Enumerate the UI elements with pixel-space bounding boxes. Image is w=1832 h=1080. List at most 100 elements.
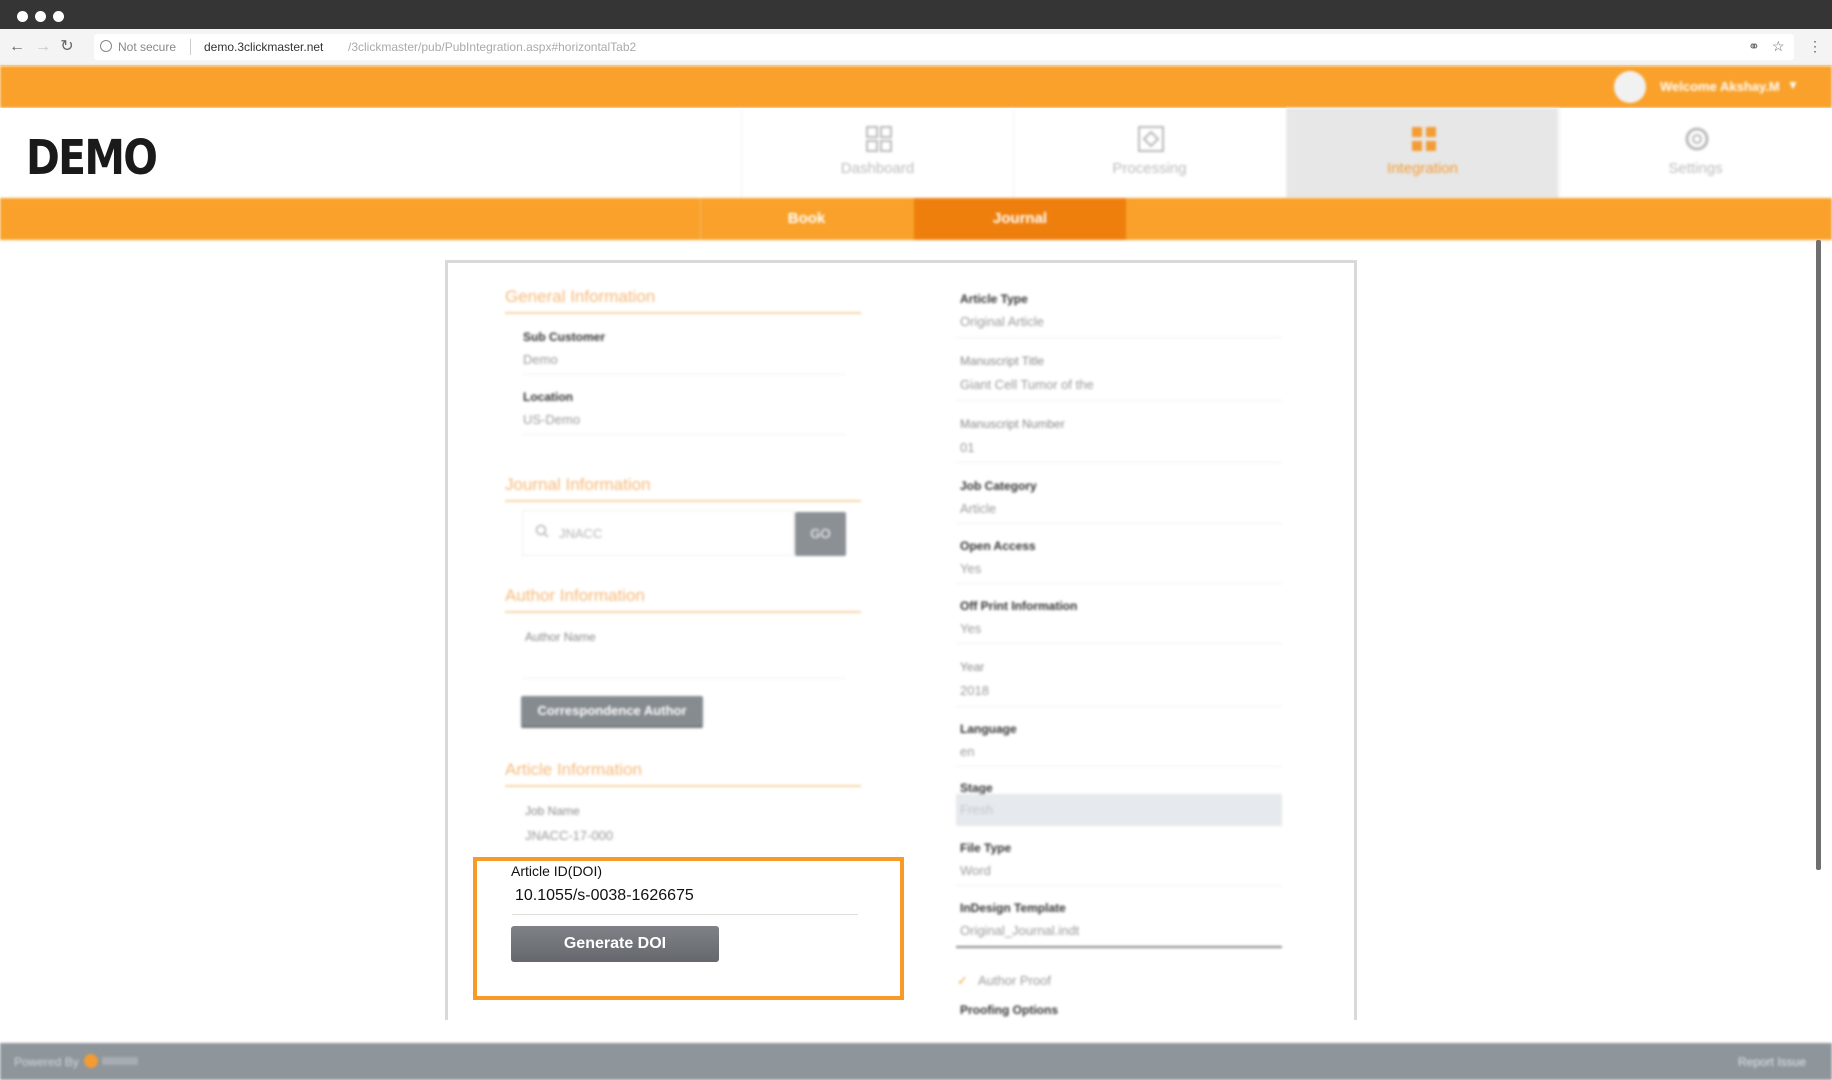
year-label: Year	[960, 660, 985, 674]
section-divider	[505, 785, 861, 787]
section-title-article: Article Information	[505, 760, 642, 779]
sub-tab-bar: Book Journal	[0, 198, 1832, 240]
tab-book[interactable]: Book	[700, 198, 912, 240]
field-underline	[956, 523, 1282, 524]
url-input[interactable]: Not secure demo.3clickmaster.net /3click…	[94, 34, 1794, 60]
manuscript-title-label: Manuscript Title	[960, 354, 1045, 368]
tab-journal[interactable]: Journal	[914, 198, 1126, 240]
doi-label: Article ID(DOI)	[511, 863, 602, 879]
manuscript-title-value[interactable]: Giant Cell Tumor of the	[960, 377, 1094, 392]
proofing-options-label: Proofing Options	[960, 1003, 1058, 1017]
window-close-dot[interactable]	[17, 11, 28, 22]
author-name-field[interactable]	[523, 678, 845, 679]
field-underline	[956, 400, 1282, 401]
nav-label-integration: Integration	[1387, 160, 1458, 177]
nav-tab-dashboard[interactable]: Dashboard	[741, 108, 1013, 198]
nav-tab-integration[interactable]: Integration	[1286, 108, 1558, 198]
stage-value: Fresh	[960, 802, 994, 817]
file-type-value[interactable]: Word	[960, 863, 991, 878]
section-title-general: General Information	[505, 287, 656, 306]
window-titlebar	[0, 0, 1832, 29]
section-title-author: Author Information	[505, 586, 645, 605]
year-value[interactable]: 2018	[960, 683, 989, 698]
nav-label-settings: Settings	[1668, 160, 1723, 177]
indesign-template-label: InDesign Template	[960, 901, 1066, 915]
sub-customer-label: Sub Customer	[523, 330, 606, 344]
stage-select[interactable]: Fresh	[956, 794, 1282, 826]
field-underline	[956, 337, 1282, 338]
job-name-label: Job Name	[525, 804, 580, 818]
field-underline	[956, 706, 1282, 707]
nav-tab-settings[interactable]: Settings	[1559, 108, 1831, 198]
language-label: Language	[960, 722, 1017, 736]
app-header: DEMO Dashboard Processing Integration Se…	[0, 108, 1832, 198]
author-proof-checkbox[interactable]: ✓	[957, 973, 968, 989]
open-access-label: Open Access	[960, 539, 1036, 553]
avatar[interactable]	[1614, 71, 1646, 103]
manuscript-number-label: Manuscript Number	[960, 417, 1065, 431]
back-arrow-icon[interactable]: ←	[8, 38, 26, 56]
browser-menu-icon[interactable]: ⋮	[1808, 38, 1822, 55]
job-category-value[interactable]: Article	[960, 501, 996, 516]
open-access-value[interactable]: Yes	[960, 561, 981, 576]
security-label: Not secure	[118, 40, 177, 54]
sub-customer-value[interactable]: Demo	[523, 352, 558, 367]
article-type-value[interactable]: Original Article	[960, 314, 1044, 329]
section-divider	[505, 500, 861, 502]
bookmark-star-icon[interactable]: ☆	[1772, 38, 1785, 55]
nav-label-processing: Processing	[1112, 160, 1187, 177]
section-divider	[505, 312, 861, 314]
location-value[interactable]: US-Demo	[523, 412, 580, 427]
url-path: /3clickmaster/pub/PubIntegration.aspx#ho…	[348, 40, 637, 54]
off-print-label: Off Print Information	[960, 599, 1078, 613]
nav-tab-processing[interactable]: Processing	[1013, 108, 1285, 198]
address-bar: ← → ↻ Not secure demo.3clickmaster.net /…	[0, 29, 1832, 66]
field-underline-active	[956, 946, 1282, 948]
logo: DEMO	[26, 130, 158, 186]
doi-input[interactable]: 10.1055/s-0038-1626675	[515, 887, 694, 905]
field-underline	[956, 885, 1282, 886]
window-minimize-dot[interactable]	[35, 11, 46, 22]
off-print-value[interactable]: Yes	[960, 621, 981, 636]
powered-by-text: Powered By	[14, 1055, 79, 1069]
dashboard-icon	[866, 126, 892, 152]
job-category-label: Job Category	[960, 479, 1037, 493]
page-scrollbar[interactable]	[1816, 240, 1821, 870]
settings-icon	[1685, 127, 1709, 151]
window-maximize-dot[interactable]	[53, 11, 64, 22]
manuscript-number-value[interactable]: 01	[960, 440, 974, 455]
section-title-journal: Journal Information	[505, 475, 651, 494]
field-underline	[956, 766, 1282, 767]
go-button[interactable]: GO	[795, 512, 846, 556]
forward-arrow-icon[interactable]: →	[34, 38, 52, 56]
field-underline	[523, 434, 845, 435]
article-type-label: Article Type	[960, 292, 1028, 306]
integration-icon	[1412, 127, 1436, 151]
stage-label: Stage	[960, 781, 993, 795]
footer: Powered By Report Issue	[0, 1043, 1832, 1080]
report-issue-link[interactable]: Report Issue	[1738, 1055, 1806, 1069]
language-value[interactable]: en	[960, 744, 974, 759]
reload-icon[interactable]: ↻	[58, 38, 76, 56]
key-icon[interactable]: ⚭	[1748, 38, 1760, 55]
url-separator	[190, 39, 191, 55]
chevron-down-icon[interactable]: ▼	[1787, 78, 1799, 92]
welcome-text[interactable]: Welcome Akshay.M	[1660, 79, 1780, 94]
field-underline	[956, 462, 1282, 463]
journal-search-value: JNACC	[559, 526, 603, 541]
correspondence-author-button[interactable]: Correspondence Author	[521, 696, 703, 728]
info-icon	[100, 40, 112, 52]
journal-search-input[interactable]: JNACC	[522, 510, 794, 556]
indesign-template-value[interactable]: Original_Journal.indt	[960, 923, 1079, 938]
field-underline	[956, 643, 1282, 644]
nav-label-dashboard: Dashboard	[840, 160, 915, 177]
field-underline	[523, 374, 845, 375]
generate-doi-button[interactable]: Generate DOI	[511, 926, 719, 962]
url-host: demo.3clickmaster.net	[204, 40, 324, 54]
search-icon	[535, 524, 549, 538]
job-name-value[interactable]: JNACC-17-000	[525, 828, 613, 843]
section-divider	[505, 611, 861, 613]
author-proof-label: Author Proof	[978, 973, 1051, 988]
processing-icon	[1138, 126, 1164, 152]
file-type-label: File Type	[960, 841, 1012, 855]
